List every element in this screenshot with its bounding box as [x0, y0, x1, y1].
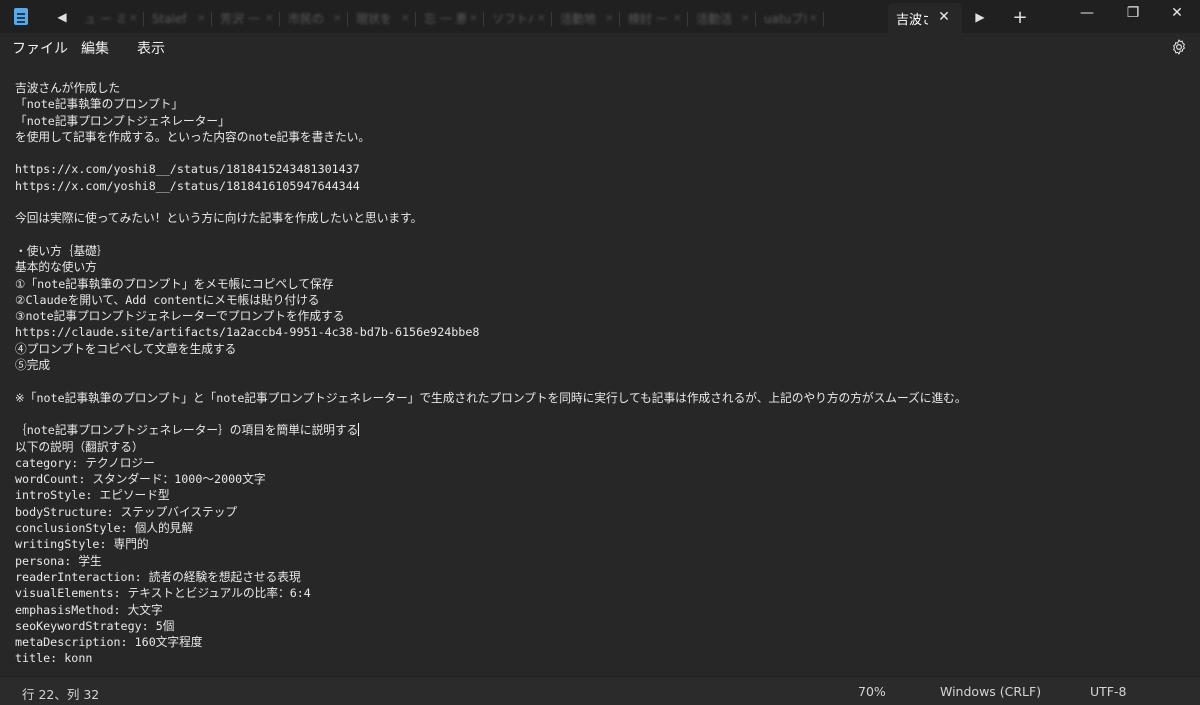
- cursor-position: 行 22、列 32: [22, 687, 100, 702]
- tab[interactable]: uatuプロンプ×: [756, 4, 824, 33]
- tab-label: ソフトバ: [492, 12, 534, 26]
- text-line: 今回は実際に使ってみたい！という方に向けた記事を作成したいと思います。: [15, 211, 423, 226]
- tab-active-label: 吉波さ: [896, 13, 928, 28]
- tab-label: 忘 一 悪 一: [424, 12, 466, 26]
- text-line: [15, 373, 967, 389]
- tab[interactable]: 現状を ×: [348, 4, 416, 33]
- text-line: persona: 学生: [15, 553, 102, 568]
- tab-close-icon[interactable]: ✕: [935, 8, 953, 26]
- text-line: conclusionStyle: 個人的見解: [15, 521, 194, 536]
- tab-close-icon[interactable]: ×: [401, 11, 410, 24]
- text-line: [15, 194, 967, 210]
- tab-label: ュ ー ミ: [84, 12, 126, 26]
- tab[interactable]: 忘 一 悪 一×: [416, 4, 484, 33]
- text-line: seoKeywordStrategy: 5個: [15, 618, 175, 633]
- text-line: を使用して記事を作成する。といった内容のnote記事を書きたい。: [15, 129, 371, 144]
- text-line: wordCount: スタンダード：1000〜2000文字: [15, 472, 266, 487]
- tab[interactable]: 芳沢 一 ー×: [212, 4, 280, 33]
- tab-close-icon[interactable]: ×: [673, 11, 682, 24]
- tab-close-icon[interactable]: ×: [129, 11, 138, 24]
- text-line: ②Claudeを開いて、Add contentにメモ帳は貼り付ける: [15, 292, 320, 307]
- text-line: ※「note記事執筆のプロンプト」と「note記事プロンプトジェネレーター」で生…: [15, 390, 967, 405]
- zoom-level: 70%: [858, 684, 886, 699]
- text-line: title: konn: [15, 651, 93, 666]
- text-line: category: テクノロジー: [15, 455, 155, 470]
- text-line: metaDescription: 160文字程度: [15, 635, 203, 650]
- text-line: ・使い方｛基礎｝: [15, 243, 109, 258]
- tab[interactable]: 活動活 ×: [688, 4, 756, 33]
- text-line: ｛note記事プロンプトジェネレーター｝の項目を簡単に説明する: [15, 423, 360, 438]
- tab[interactable]: ュ ー ミ ×: [76, 4, 144, 33]
- text-line: 「note記事執筆のプロンプト」: [15, 97, 184, 112]
- gear-icon[interactable]: [1170, 38, 1188, 56]
- tab-strip: ュ ー ミ×Stalef×芳沢 一 ー×市民の×現状を×忘 一 悪 一×ソフトバ…: [76, 4, 886, 33]
- tab[interactable]: Stalef ×: [144, 4, 212, 33]
- tab-label: 活動地: [560, 12, 597, 26]
- scroll-tabs-left-button[interactable]: ◀: [50, 7, 74, 27]
- menu-bar: ファイル 編集 表示: [0, 33, 1200, 63]
- text-line: 「note記事プロンプトジェネレーター」: [15, 113, 230, 128]
- minimize-button[interactable]: —: [1064, 0, 1110, 28]
- tab-close-icon[interactable]: ×: [537, 11, 546, 24]
- text-line: [15, 667, 967, 676]
- menu-edit[interactable]: 編集: [81, 38, 109, 58]
- tab-label: uatuプロンプ: [764, 12, 806, 26]
- text-line: bodyStructure: ステップバイステップ: [15, 504, 238, 519]
- tab-label: 検討 ー: [628, 12, 668, 26]
- text-line: [15, 145, 967, 161]
- text-line: ④プロンプトをコピペして文章を生成する: [15, 341, 237, 356]
- text-line: https://claude.site/artifacts/1a2accb4-9…: [15, 325, 480, 340]
- tab-close-icon[interactable]: ×: [809, 11, 818, 24]
- title-bar: ◀ ュ ー ミ×Stalef×芳沢 一 ー×市民の×現状を×忘 一 悪 一×ソフ…: [0, 0, 1200, 33]
- tab-label: 市民の: [288, 12, 325, 26]
- tab-label: Stalef: [152, 11, 187, 26]
- tab-label: 現状を: [356, 12, 393, 26]
- tab-label: 活動活: [696, 12, 733, 26]
- text-line: writingStyle: 専門的: [15, 537, 149, 552]
- tab[interactable]: 活動地 ×: [552, 4, 620, 33]
- text-line: readerInteraction: 読者の経験を想起させる表現: [15, 569, 301, 584]
- text-line: ⑤完成: [15, 358, 51, 373]
- text-line: ①「note記事執筆のプロンプト」をメモ帳にコピペして保存: [15, 276, 334, 291]
- text-line: [15, 406, 967, 422]
- tab-close-icon[interactable]: ×: [197, 11, 206, 24]
- tab-close-icon[interactable]: ×: [265, 11, 274, 24]
- tab-close-icon[interactable]: ×: [333, 11, 342, 24]
- tab-label: 芳沢 一 ー: [220, 12, 262, 26]
- encoding: UTF-8: [1090, 684, 1127, 699]
- text-line: 吉波さんが作成した: [15, 81, 121, 95]
- text-line: 以下の説明（翻訳する）: [15, 439, 144, 454]
- text-line: https://x.com/yoshi8__/status/1818416105…: [15, 178, 360, 193]
- menu-view[interactable]: 表示: [137, 38, 165, 58]
- tab[interactable]: 市民の ×: [280, 4, 348, 33]
- scroll-tabs-right-button[interactable]: ▶: [968, 7, 992, 27]
- tab-active[interactable]: 吉波さ ✕: [888, 3, 962, 33]
- text-line: introStyle: エピソード型: [15, 488, 170, 503]
- notepad-icon: [14, 8, 28, 25]
- text-editor[interactable]: 吉波さんが作成した「note記事執筆のプロンプト」 「note記事プロンプトジェネ…: [0, 63, 1200, 676]
- tab-close-icon[interactable]: ×: [741, 11, 750, 24]
- status-bar: 行 22、列 32 70% Windows (CRLF) UTF-8: [0, 676, 1200, 705]
- maximize-button[interactable]: ❐: [1110, 0, 1156, 28]
- new-tab-button[interactable]: +: [1008, 7, 1032, 28]
- text-caret: [358, 423, 360, 437]
- tab-close-icon[interactable]: ×: [605, 11, 614, 24]
- text-line: emphasisMethod: 大文字: [15, 602, 163, 617]
- line-ending: Windows (CRLF): [940, 684, 1042, 699]
- text-line: ③note記事プロンプトジェネレーターでプロンプトを作成する: [15, 309, 345, 324]
- document-text: 吉波さんが作成した「note記事執筆のプロンプト」 「note記事プロンプトジェネ…: [15, 80, 967, 676]
- tab[interactable]: ソフトバ×: [484, 4, 552, 33]
- menu-file[interactable]: ファイル: [12, 38, 68, 58]
- close-window-button[interactable]: ✕: [1154, 0, 1200, 28]
- text-line: https://x.com/yoshi8__/status/1818415243…: [15, 162, 360, 177]
- text-line: visualElements: テキストとビジュアルの比率：6:4: [15, 586, 311, 601]
- tab[interactable]: 検討 ー ×: [620, 4, 688, 33]
- text-line: 基本的な使い方: [15, 260, 97, 275]
- tab-close-icon[interactable]: ×: [469, 11, 478, 24]
- text-line: [15, 227, 967, 243]
